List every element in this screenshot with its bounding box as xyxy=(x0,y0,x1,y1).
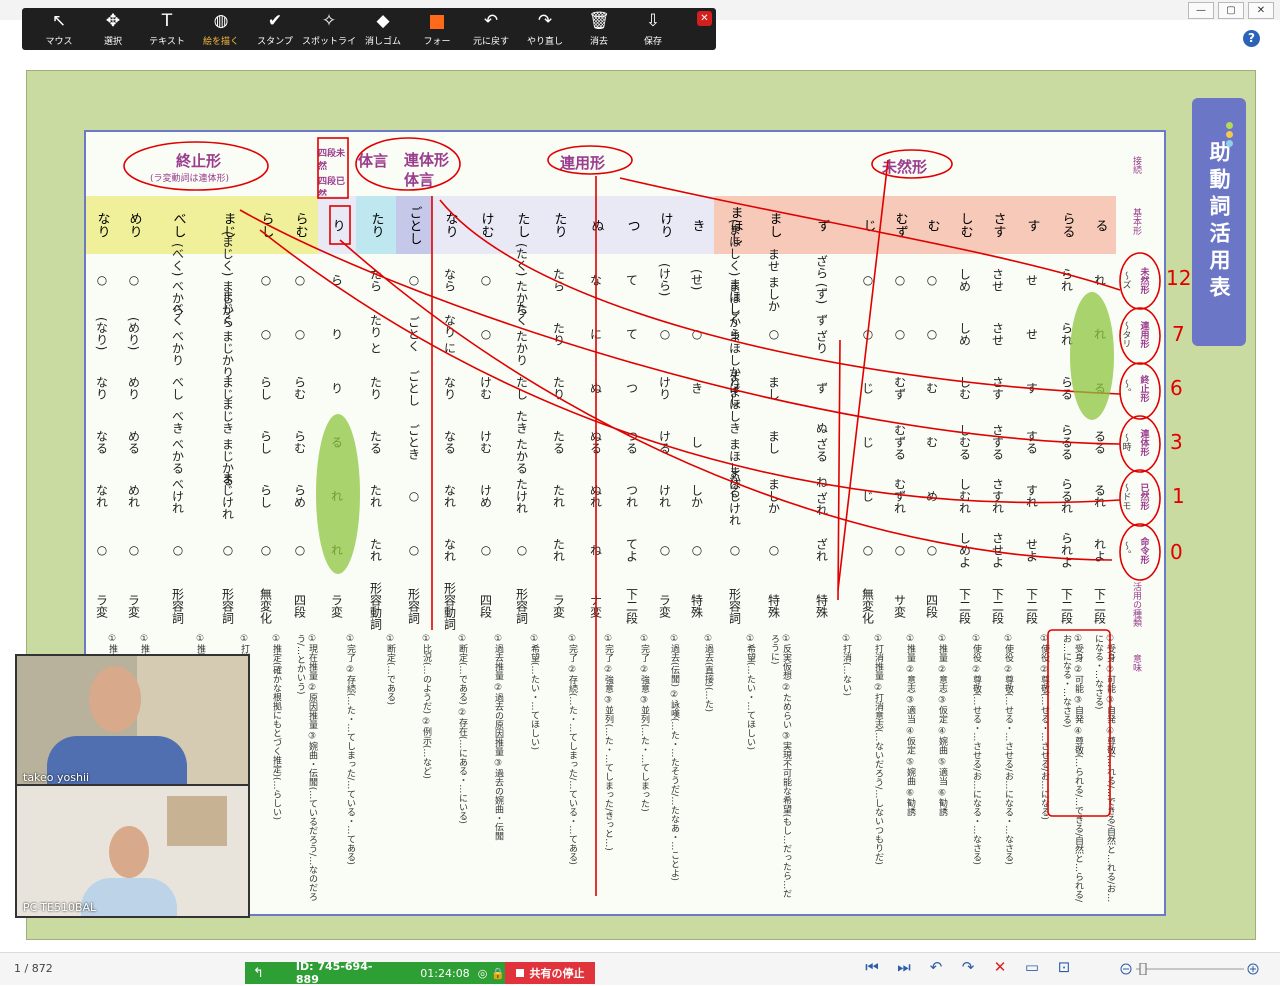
elapsed-time: 01:24:08 xyxy=(420,966,470,980)
tool-label: フォー xyxy=(423,36,451,47)
stop-share-label: 共有の停止 xyxy=(529,967,585,980)
save-icon: ⇩ xyxy=(645,10,661,31)
stop-icon xyxy=(515,969,524,977)
pause-icon[interactable]: ◎ xyxy=(478,967,488,980)
tool-label: 保存 xyxy=(643,36,662,47)
tool-eraser[interactable]: ◆ 消しゴム xyxy=(356,8,410,50)
pointer-icon: ↖ xyxy=(51,10,67,31)
video-tile-student[interactable]: PC-TE510BAL xyxy=(15,784,250,918)
rotate-left-icon[interactable]: ↶ xyxy=(926,958,946,976)
next-page-icon[interactable]: ⏭ xyxy=(894,958,914,976)
tool-move[interactable]: ✥ 選択 xyxy=(86,8,140,50)
clear-annotations-icon[interactable]: ✕ xyxy=(990,958,1010,976)
toolbar-close-button[interactable]: ✕ xyxy=(697,11,712,26)
rotate-right-icon[interactable]: ↷ xyxy=(958,958,978,976)
trash-icon: 🗑 xyxy=(588,10,610,31)
participant-name: PC-TE510BAL xyxy=(23,901,97,914)
annotation-toolbar: ↖ マウス ✥ 選択 T テキスト ◍ 絵を描く ✔ スタンプ ✧ スポットライ ◆ 消しゴム フォー ↶ 元に… xyxy=(22,8,716,50)
move-icon: ✥ xyxy=(105,10,121,31)
tool-stamp-check[interactable]: ✔ スタンプ xyxy=(248,8,302,50)
video-person-head xyxy=(89,666,141,732)
status-bar: 1 / 872 xyxy=(0,952,1280,985)
tool-redo[interactable]: ↷ やり直し xyxy=(518,8,572,50)
video-person-head xyxy=(109,826,149,878)
spotlight-wand-icon: ✧ xyxy=(321,10,337,31)
presentation-icon[interactable]: ▭ xyxy=(1022,958,1042,976)
fit-page-icon[interactable]: ⊡ xyxy=(1054,958,1074,976)
annotation-count-meirei: 0 xyxy=(1170,540,1183,564)
tool-undo[interactable]: ↶ 元に戻す xyxy=(464,8,518,50)
tool-format-color[interactable]: フォー xyxy=(410,8,464,50)
meeting-id: ID: 745-694-889 xyxy=(295,960,373,986)
share-arrow-icon[interactable]: ↰ xyxy=(253,966,264,981)
annotation-count-izen: 1 xyxy=(1172,484,1185,508)
video-tile-host[interactable]: takeo yoshii xyxy=(15,654,250,788)
zoom-slider[interactable] xyxy=(1120,963,1260,975)
redo-icon: ↷ xyxy=(537,10,553,31)
first-page-icon[interactable]: ⏮ xyxy=(862,958,882,976)
tool-label: スポットライ xyxy=(302,36,357,47)
tool-label: 消しゴム xyxy=(364,36,401,47)
tool-label: やり直し xyxy=(526,36,563,47)
tool-label: テキスト xyxy=(149,36,185,47)
tool-spotlight-wand[interactable]: ✧ スポットライ xyxy=(302,8,356,50)
video-shelf xyxy=(167,796,227,846)
stamp-check-icon: ✔ xyxy=(267,10,283,31)
tool-label: マウス xyxy=(45,36,73,47)
tool-save[interactable]: ⇩ 保存 xyxy=(626,8,680,50)
stop-share-button[interactable]: 共有の停止 xyxy=(505,962,595,984)
participant-name: takeo yoshii xyxy=(23,771,90,784)
annotation-count-rentai: 3 xyxy=(1170,430,1183,454)
tool-pointer[interactable]: ↖ マウス xyxy=(32,8,86,50)
tool-trash[interactable]: 🗑 消去 xyxy=(572,8,626,50)
annotation-count-mizen: 12 xyxy=(1166,266,1192,290)
eraser-icon: ◆ xyxy=(376,10,390,31)
viewer-controls: ⏮ ⏭ ↶ ↷ ✕ ▭ ⊡ xyxy=(862,958,1074,976)
tool-label: 消去 xyxy=(589,36,608,47)
screen-share-bar: ↰ ID: 745-694-889 01:24:08 ◎ 🔒 共有の停止 xyxy=(245,960,595,986)
tool-label: 元に戻す xyxy=(472,36,509,47)
annotation-count-renyou: 7 xyxy=(1172,322,1185,346)
tool-label: スタンプ xyxy=(257,36,293,47)
page-indicator: 1 / 872 xyxy=(14,962,53,975)
lock-icon[interactable]: 🔒 xyxy=(491,967,505,980)
format-color-icon xyxy=(430,14,444,29)
tool-text[interactable]: T テキスト xyxy=(140,8,194,50)
tool-label: 選択 xyxy=(103,36,122,47)
share-info: ↰ ID: 745-694-889 01:24:08 ◎ 🔒 xyxy=(245,960,505,986)
tool-label: 絵を描く xyxy=(202,36,239,47)
text-icon: T xyxy=(161,10,173,31)
annotation-count-shushi: 6 xyxy=(1170,376,1183,400)
draw-icon: ◍ xyxy=(213,10,229,31)
tool-draw[interactable]: ◍ 絵を描く xyxy=(194,8,248,50)
undo-icon: ↶ xyxy=(483,10,499,31)
